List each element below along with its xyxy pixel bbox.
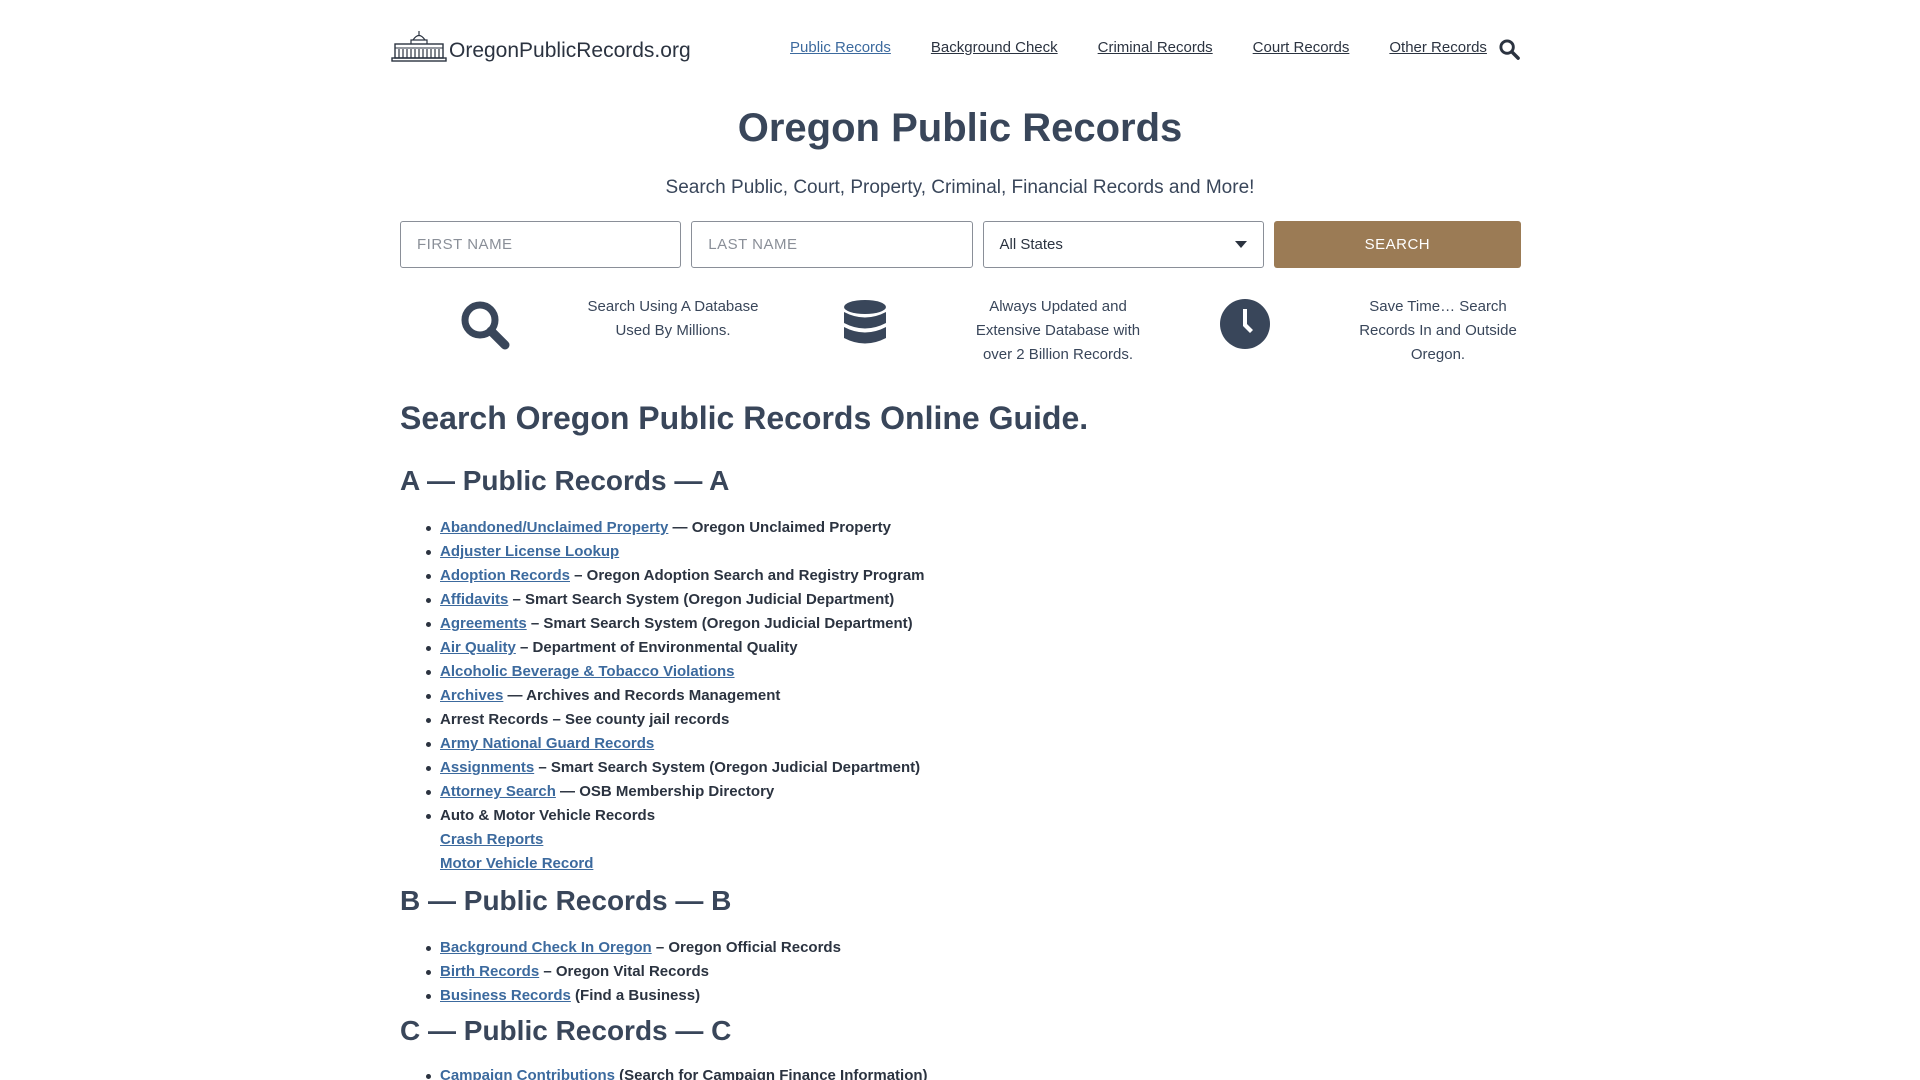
feature-line: Used By Millions. xyxy=(615,322,731,339)
list-item: Adoption Records – Oregon Adoption Searc… xyxy=(426,564,925,588)
capitol-building-icon xyxy=(391,31,447,62)
record-link[interactable]: Crash Reports xyxy=(440,831,543,848)
record-link[interactable]: Alcoholic Beverage & Tobacco Violations xyxy=(440,663,735,680)
list-item: Abandoned/Unclaimed Property — Oregon Un… xyxy=(426,516,925,540)
first-name-input[interactable] xyxy=(400,221,682,268)
records-list-b: Background Check In Oregon – Oregon Offi… xyxy=(426,936,841,1008)
feature-text-updated: Always Updated and Extensive Database wi… xyxy=(965,295,1151,367)
site-header: OregonPublicRecords.org Public Records B… xyxy=(0,0,1920,100)
feature-line: Search Using A Database xyxy=(587,298,759,315)
section-heading-a: A — Public Records — A xyxy=(400,465,730,496)
record-link[interactable]: Motor Vehicle Record xyxy=(440,855,593,872)
nav-other-records[interactable]: Other Records xyxy=(1389,39,1487,56)
caret-down-icon xyxy=(1234,241,1247,248)
record-link[interactable]: Archives xyxy=(440,687,503,704)
sub-list-item: Motor Vehicle Record xyxy=(440,852,925,876)
list-item: Attorney Search — OSB Membership Directo… xyxy=(426,780,925,804)
records-list-c: Campaign Contributions (Search for Campa… xyxy=(426,1064,928,1080)
features-row: Search Using A Database Used By Millions… xyxy=(400,295,1521,375)
record-desc: – Department of Environmental Quality xyxy=(515,639,798,656)
nav-public-records[interactable]: Public Records xyxy=(790,39,891,56)
feature-line: Always Updated and xyxy=(989,298,1127,315)
sub-list-item: Crash Reports xyxy=(440,828,925,852)
record-link[interactable]: Abandoned/Unclaimed Property xyxy=(440,519,668,536)
record-link[interactable]: Business Records xyxy=(440,987,571,1004)
section-heading-c: C — Public Records — C xyxy=(400,1015,732,1046)
record-link[interactable]: Adoption Records xyxy=(440,567,570,584)
clock-icon xyxy=(1220,299,1270,354)
list-item: Background Check In Oregon – Oregon Offi… xyxy=(426,936,841,960)
list-item: Army National Guard Records xyxy=(426,732,925,756)
people-search-form: All States SEARCH xyxy=(400,221,1521,268)
main-nav: Public Records Background Check Criminal… xyxy=(790,39,1527,56)
feature-text-database: Search Using A Database Used By Millions… xyxy=(580,295,766,343)
state-select[interactable]: All States xyxy=(982,221,1264,268)
nav-criminal-records[interactable]: Criminal Records xyxy=(1098,39,1213,56)
list-item: Archives — Archives and Records Manageme… xyxy=(426,684,925,708)
guide-title: Search Oregon Public Records Online Guid… xyxy=(400,400,1089,436)
site-logo[interactable]: OregonPublicRecords.org xyxy=(391,31,691,63)
list-item: Agreements – Smart Search System (Oregon… xyxy=(426,612,925,636)
list-item: Arrest Records – See county jail records xyxy=(426,708,925,732)
record-desc: — OSB Membership Directory xyxy=(555,783,775,800)
list-item: Auto & Motor Vehicle Records xyxy=(426,804,925,828)
last-name-input[interactable] xyxy=(691,221,973,268)
feature-line: over 2 Billion Records. xyxy=(982,346,1134,363)
list-item: Adjuster License Lookup xyxy=(426,540,925,564)
record-link[interactable]: Adjuster License Lookup xyxy=(440,543,619,560)
record-desc: — Archives and Records Management xyxy=(503,687,781,704)
search-icon xyxy=(459,299,511,356)
record-desc: – Smart Search System (Oregon Judicial D… xyxy=(526,615,913,632)
list-item: Birth Records – Oregon Vital Records xyxy=(426,960,841,984)
record-desc: (Find a Business) xyxy=(570,987,701,1004)
section-heading-b: B — Public Records — B xyxy=(400,885,732,916)
record-link[interactable]: Army National Guard Records xyxy=(440,735,654,752)
record-link[interactable]: Affidavits xyxy=(440,591,508,608)
page-subtitle: Search Public, Court, Property, Criminal… xyxy=(665,177,1255,198)
record-desc: — Oregon Unclaimed Property xyxy=(668,519,891,536)
search-icon[interactable] xyxy=(1498,38,1521,66)
record-desc: – Oregon Official Records xyxy=(651,939,841,956)
record-desc: (Search for Campaign Finance Information… xyxy=(615,1067,928,1080)
record-desc: – Smart Search System (Oregon Judicial D… xyxy=(508,591,895,608)
state-select-value: All States xyxy=(999,236,1063,253)
records-list-a: Abandoned/Unclaimed Property — Oregon Un… xyxy=(426,516,925,876)
list-item: Air Quality – Department of Environmenta… xyxy=(426,636,925,660)
feature-text-save-time: Save Time… Search Records In and Outside… xyxy=(1345,295,1531,367)
record-desc: Arrest Records – See county jail records xyxy=(440,711,730,728)
record-desc: – Oregon Vital Records xyxy=(539,963,709,980)
feature-line: Records In and Outside xyxy=(1359,322,1517,339)
list-item: Campaign Contributions (Search for Campa… xyxy=(426,1064,928,1080)
record-link[interactable]: Assignments xyxy=(440,759,534,776)
feature-line: Extensive Database with xyxy=(975,322,1141,339)
record-link[interactable]: Air Quality xyxy=(440,639,516,656)
list-item: Affidavits – Smart Search System (Oregon… xyxy=(426,588,925,612)
record-link[interactable]: Background Check In Oregon xyxy=(440,939,652,956)
list-item: Business Records (Find a Business) xyxy=(426,984,841,1008)
database-icon xyxy=(842,299,888,356)
record-link[interactable]: Campaign Contributions xyxy=(440,1067,615,1080)
record-link[interactable]: Agreements xyxy=(440,615,527,632)
nav-court-records[interactable]: Court Records xyxy=(1253,39,1350,56)
record-desc: Auto & Motor Vehicle Records xyxy=(440,807,656,824)
record-desc: – Smart Search System (Oregon Judicial D… xyxy=(534,759,921,776)
record-link[interactable]: Attorney Search xyxy=(440,783,556,800)
record-desc: – Oregon Adoption Search and Registry Pr… xyxy=(570,567,925,584)
logo-text: OregonPublicRecords.org xyxy=(449,39,691,62)
page-title: Oregon Public Records xyxy=(737,106,1183,150)
list-item: Assignments – Smart Search System (Orego… xyxy=(426,756,925,780)
search-button[interactable]: SEARCH xyxy=(1273,221,1521,268)
record-link[interactable]: Birth Records xyxy=(440,963,539,980)
feature-line: Oregon. xyxy=(1410,346,1466,363)
feature-line: Save Time… Search xyxy=(1369,298,1507,315)
list-item: Alcoholic Beverage & Tobacco Violations xyxy=(426,660,925,684)
nav-background-check[interactable]: Background Check xyxy=(931,39,1058,56)
